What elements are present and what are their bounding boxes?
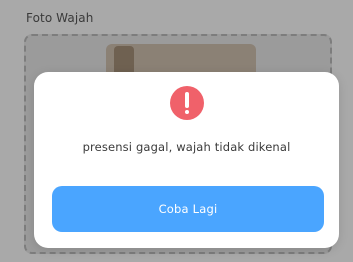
exclamation-bar	[185, 92, 189, 108]
error-dialog: presensi gagal, wajah tidak dikenal Coba…	[34, 72, 339, 248]
retry-button[interactable]: Coba Lagi	[52, 186, 324, 232]
error-exclamation-icon	[170, 86, 204, 120]
exclamation-dot	[185, 110, 189, 114]
page-section-title: Foto Wajah	[26, 11, 94, 25]
error-message: presensi gagal, wajah tidak dikenal	[82, 140, 291, 154]
